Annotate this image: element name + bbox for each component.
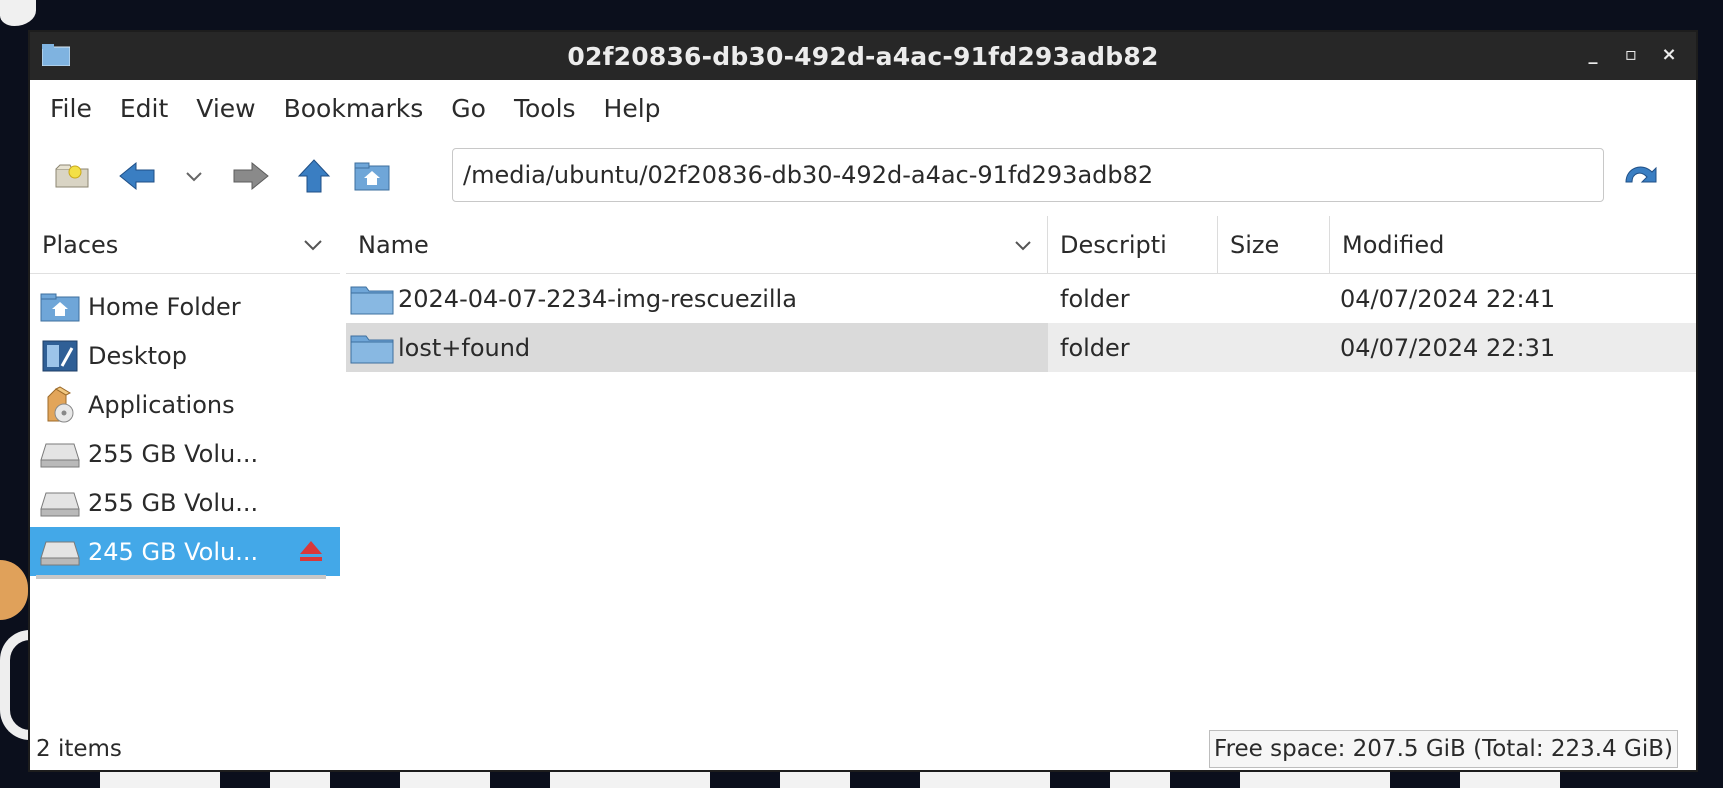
desktop-background-shape [0,560,28,620]
menu-edit[interactable]: Edit [120,94,168,123]
sidebar-item-home-folder[interactable]: Home Folder [30,282,340,331]
sidebar-item-volume-2[interactable]: 255 GB Volu... [30,478,340,527]
status-bar: 2 items Free space: 207.5 GiB (Total: 22… [30,728,1696,770]
desktop-background-shape [0,630,30,740]
up-icon[interactable] [294,156,334,196]
file-modified: 04/07/2024 22:41 [1340,284,1556,313]
home-folder-icon [36,287,84,327]
home-icon[interactable] [352,156,392,196]
sort-chevron-icon [1015,240,1031,250]
file-name: 2024-04-07-2234-img-rescuezilla [398,284,797,313]
column-header-row: Name Descripti Size Modified [346,216,1696,274]
sidebar-item-applications[interactable]: Applications [30,380,340,429]
history-dropdown-icon[interactable] [174,156,214,196]
sidebar-item-label: 255 GB Volu... [88,488,259,517]
maximize-button[interactable]: ▫ [1622,44,1640,65]
folder-icon [350,286,394,314]
window-title: 02f20836-db30-492d-a4ac-91fd293adb82 [567,41,1159,71]
table-row[interactable]: 2024-04-07-2234-img-rescuezilla folder 0… [346,274,1696,323]
file-size [1218,274,1330,323]
new-tab-icon[interactable] [52,156,92,196]
sidebar-item-desktop[interactable]: Desktop [30,331,340,380]
file-name: lost+found [398,333,531,362]
sidebar-item-volume-1[interactable]: 255 GB Volu... [30,429,340,478]
eject-icon[interactable] [298,539,324,563]
drive-icon [36,532,84,572]
menu-bar: File Edit View Bookmarks Go Tools Help [30,80,1696,136]
file-description: folder [1060,333,1130,362]
forward-icon[interactable] [230,156,270,196]
file-manager-window: 02f20836-db30-492d-a4ac-91fd293adb82 _ ▫… [28,30,1698,772]
places-sidebar: Places Home Folder Desktop Applications … [30,216,340,702]
sidebar-divider [36,575,326,579]
file-list: Name Descripti Size Modified 2024-04-07-… [346,216,1696,702]
close-button[interactable]: × [1660,44,1678,65]
chevron-down-icon[interactable] [302,238,324,252]
column-header-description[interactable]: Descripti [1048,216,1218,273]
window-folder-icon [42,44,70,66]
sidebar-item-volume-3[interactable]: 245 GB Volu... [30,527,340,576]
sidebar-item-label: Home Folder [88,292,241,321]
file-size [1218,323,1330,372]
menu-view[interactable]: View [196,94,255,123]
desktop-icon [36,336,84,376]
sidebar-item-label: Applications [88,390,235,419]
sidebar-item-label: 245 GB Volu... [88,537,259,566]
menu-bookmarks[interactable]: Bookmarks [284,94,424,123]
table-row[interactable]: lost+found folder 04/07/2024 22:31 [346,323,1696,372]
column-header-modified[interactable]: Modified [1330,216,1696,273]
column-header-name[interactable]: Name [346,216,1048,273]
path-input[interactable] [452,148,1604,202]
title-bar[interactable]: 02f20836-db30-492d-a4ac-91fd293adb82 _ ▫… [30,32,1696,80]
reload-icon[interactable] [1620,156,1660,196]
menu-go[interactable]: Go [451,94,486,123]
places-header-label: Places [42,230,119,259]
file-modified: 04/07/2024 22:31 [1340,333,1556,362]
sidebar-item-label: 255 GB Volu... [88,439,259,468]
file-description: folder [1060,284,1130,313]
column-header-label: Name [358,230,429,259]
applications-icon [36,385,84,425]
column-header-size[interactable]: Size [1218,216,1330,273]
desktop-background-shape [0,0,36,26]
sidebar-item-label: Desktop [88,341,187,370]
column-header-label: Modified [1342,230,1445,259]
drive-icon [36,483,84,523]
folder-icon [350,335,394,363]
menu-help[interactable]: Help [604,94,661,123]
minimize-button[interactable]: _ [1584,44,1602,65]
free-space: Free space: 207.5 GiB (Total: 223.4 GiB) [1209,730,1678,768]
drive-icon [36,434,84,474]
toolbar [30,136,1696,216]
column-header-label: Size [1230,230,1280,259]
menu-tools[interactable]: Tools [514,94,576,123]
back-icon[interactable] [118,156,158,196]
menu-file[interactable]: File [50,94,92,123]
places-header[interactable]: Places [30,216,340,274]
column-header-label: Descripti [1060,230,1167,259]
